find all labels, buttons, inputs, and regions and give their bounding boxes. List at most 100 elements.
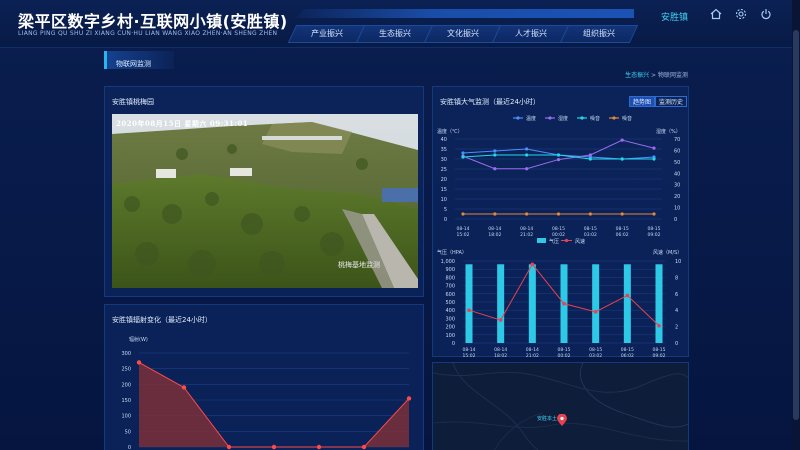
- camera-feed[interactable]: 2020年08月15日 星期六 09:31:01 桃梅基地监测: [112, 114, 418, 288]
- series-point: [556, 212, 561, 216]
- atmosphere-charts[interactable]: 温度（℃） 湿度（%） 气压（HPA） 风速（M/S） 051015202530…: [433, 87, 690, 358]
- series-point: [652, 157, 656, 161]
- map-marker-icon[interactable]: [557, 411, 567, 426]
- temp-right-axis-label: 湿度（%）: [656, 128, 681, 135]
- pressure-right-axis-label: 风速（M/S）: [653, 250, 682, 256]
- left-tick-label: 600: [445, 292, 455, 298]
- series-point: [525, 153, 529, 157]
- x-tick-label: 08-14: [494, 347, 507, 353]
- series-point: [620, 138, 624, 142]
- right-tick-label: 40: [674, 171, 680, 177]
- x-tick-label: 18:02: [488, 232, 501, 238]
- location-label[interactable]: 安胜镇: [661, 10, 688, 23]
- x-tick-label: 08-14: [526, 347, 539, 353]
- x-tick-label: 08-15: [584, 226, 597, 232]
- camera-caption: 桃梅基地监测: [338, 261, 380, 269]
- x-tick-label: 08-15: [647, 226, 660, 232]
- right-tick-label: 0: [675, 341, 678, 347]
- radiation-area: [139, 362, 409, 447]
- pressure-bar: [497, 264, 505, 343]
- x-tick-label: 00:02: [558, 353, 571, 358]
- right-tick-label: 4: [675, 308, 678, 314]
- y-tick-label: 150: [121, 398, 131, 404]
- nav-tab-industry[interactable]: 产业振兴: [287, 25, 367, 43]
- scrollbar-thumb[interactable]: [793, 30, 799, 420]
- scrollbar[interactable]: [792, 0, 800, 450]
- x-tick-label: 08-15: [557, 347, 570, 353]
- nav-tab-label: 文化振兴: [447, 29, 479, 38]
- x-tick-label: 03:02: [584, 232, 597, 238]
- wind-point: [625, 293, 630, 298]
- x-tick-label: 08-15: [589, 347, 602, 353]
- nav-tab-label: 生态振兴: [379, 29, 411, 38]
- wind-point: [498, 318, 503, 322]
- right-tick-label: 50: [674, 160, 680, 166]
- home-icon[interactable]: [709, 8, 723, 22]
- left-tick-label: 400: [445, 308, 455, 314]
- x-tick-label: 08-14: [520, 226, 533, 232]
- series-point: [588, 212, 592, 216]
- legend-swatch: [537, 238, 546, 243]
- page-title-text: 物联网监测: [116, 60, 151, 68]
- radiation-point: [136, 360, 142, 365]
- series-point: [461, 212, 465, 216]
- settings-icon[interactable]: [734, 8, 748, 22]
- wind-point: [593, 310, 598, 314]
- left-tick-label: 25: [441, 167, 447, 173]
- series-point: [525, 167, 529, 171]
- wind-point: [562, 301, 566, 306]
- power-icon[interactable]: [759, 8, 773, 22]
- series-point: [652, 146, 656, 150]
- map-panel[interactable]: 安胜本土: [432, 362, 689, 450]
- camera-timestamp: 2020年08月15日 星期六 09:31:01: [116, 119, 249, 128]
- pressure-bar: [623, 264, 631, 343]
- left-tick-label: 20: [441, 177, 447, 183]
- temp-left-axis-label: 温度（℃）: [437, 128, 463, 135]
- series-point: [493, 212, 497, 216]
- pressure-bar: [528, 264, 536, 343]
- breadcrumb-parent[interactable]: 生态振兴: [625, 72, 649, 79]
- left-tick-label: 35: [441, 147, 447, 153]
- y-tick-label: 200: [121, 382, 131, 388]
- x-tick-label: 06:02: [616, 232, 629, 238]
- series-point: [620, 212, 624, 216]
- left-tick-label: 800: [445, 275, 455, 281]
- series-point: [588, 153, 592, 157]
- atmosphere-panel: 安胜镇大气监测（最近24小时） 趋势图 监测历史 温度（℃） 湿度（%） 气压（…: [432, 86, 690, 358]
- breadcrumb: 生态振兴 > 物联网监测: [625, 70, 688, 79]
- left-tick-label: 900: [445, 267, 455, 273]
- radiation-point: [361, 444, 367, 450]
- series-point: [652, 212, 656, 216]
- series-point: [620, 157, 624, 161]
- nav-tab-ecology[interactable]: 生态振兴: [355, 25, 435, 43]
- right-tick-label: 70: [674, 137, 680, 143]
- series-point: [461, 151, 465, 155]
- pressure-bar: [655, 264, 663, 343]
- x-tick-label: 08-15: [552, 226, 565, 232]
- x-tick-label: 18:02: [494, 353, 507, 358]
- nav-tab-talent[interactable]: 人才振兴: [491, 25, 571, 43]
- series-point: [588, 157, 592, 161]
- camera-title: 安胜镇桃梅园: [112, 98, 154, 106]
- nav-tab-organization[interactable]: 组织振兴: [559, 25, 639, 43]
- header-decoration: [296, 9, 634, 18]
- radiation-point: [181, 385, 187, 390]
- series-point: [525, 212, 529, 216]
- legend-label: 温度: [526, 115, 536, 122]
- x-tick-label: 21:02: [520, 232, 533, 238]
- breadcrumb-current: 物联网监测: [657, 72, 688, 79]
- radiation-chart[interactable]: 辐射(W) 0 50 100 150 200 250 300: [105, 305, 425, 450]
- nav-tab-culture[interactable]: 文化振兴: [423, 25, 503, 43]
- x-tick-label: 08-15: [652, 347, 665, 353]
- wind-point: [657, 323, 661, 328]
- x-tick-label: 09:02: [653, 353, 666, 358]
- pressure-left-axis-label: 气压（HPA）: [437, 249, 467, 256]
- left-tick-label: 100: [445, 333, 455, 339]
- left-tick-label: 0: [452, 341, 455, 347]
- app-root: 梁平区数字乡村·互联网小镇(安胜镇) LIANG PING QU SHU ZI …: [0, 0, 800, 450]
- x-tick-label: 08-14: [456, 226, 469, 232]
- series-point: [556, 157, 561, 162]
- map-canvas: [433, 363, 688, 450]
- pressure-bar: [465, 264, 473, 343]
- camera-panel: 安胜镇桃梅园 2020年08月15日 星期六 09:31:01 桃梅基地监测: [104, 86, 424, 297]
